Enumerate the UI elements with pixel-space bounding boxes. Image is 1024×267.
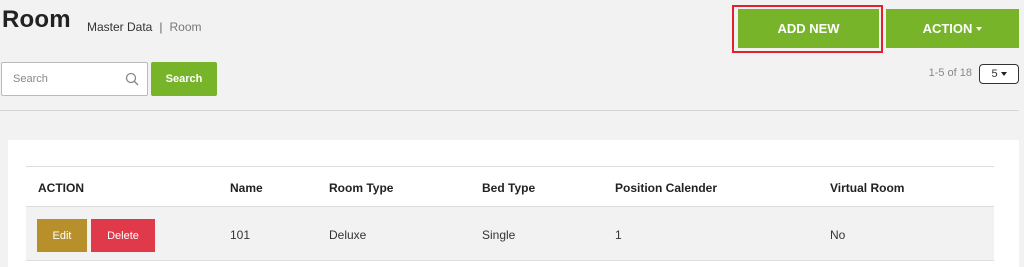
divider <box>0 110 1019 111</box>
cell-virtual-room: No <box>830 228 846 242</box>
breadcrumb-separator: | <box>159 20 163 34</box>
cell-room-type: Deluxe <box>329 228 367 242</box>
breadcrumb-current: Room <box>169 20 202 34</box>
table-header: ACTION Name Room Type Bed Type Position … <box>26 166 994 207</box>
edit-button[interactable]: Edit <box>37 219 87 252</box>
page: Room Master Data | Room ADD NEW ACTION S… <box>0 0 1024 267</box>
caret-down-icon <box>1000 72 1007 76</box>
add-new-button[interactable]: ADD NEW <box>738 9 879 48</box>
table-row: Edit Delete 101 Deluxe Single 1 No <box>26 207 994 261</box>
column-header-room-type: Room Type <box>329 181 394 195</box>
search-input[interactable] <box>13 73 125 85</box>
edit-label: Edit <box>52 229 72 242</box>
cell-bed-type: Single <box>482 228 516 242</box>
cell-name: 101 <box>230 228 251 242</box>
action-label: ACTION <box>922 21 973 36</box>
breadcrumb: Master Data | Room <box>87 20 202 34</box>
search-box <box>1 62 148 96</box>
breadcrumb-parent[interactable]: Master Data <box>87 20 152 34</box>
column-header-position-calender: Position Calender <box>615 181 718 195</box>
per-page-value: 5 <box>991 68 998 80</box>
column-header-action: ACTION <box>38 181 84 195</box>
pagination-range: 1-5 of 18 <box>928 67 972 79</box>
page-title: Room <box>2 6 71 33</box>
delete-label: Delete <box>107 229 139 242</box>
search-button-label: Search <box>165 73 203 85</box>
delete-button[interactable]: Delete <box>91 219 155 252</box>
per-page-select[interactable]: 5 <box>979 64 1019 84</box>
column-header-virtual-room: Virtual Room <box>830 181 905 195</box>
room-table: ACTION Name Room Type Bed Type Position … <box>26 166 994 261</box>
caret-down-icon <box>976 26 983 31</box>
search-button[interactable]: Search <box>151 62 217 96</box>
add-new-label: ADD NEW <box>777 21 840 36</box>
action-dropdown-button[interactable]: ACTION <box>886 9 1019 48</box>
column-header-name: Name <box>230 181 263 195</box>
cell-position-calender: 1 <box>615 228 622 242</box>
table-card: ACTION Name Room Type Bed Type Position … <box>8 140 1019 267</box>
column-header-bed-type: Bed Type <box>482 181 536 195</box>
search-icon[interactable] <box>125 72 139 86</box>
